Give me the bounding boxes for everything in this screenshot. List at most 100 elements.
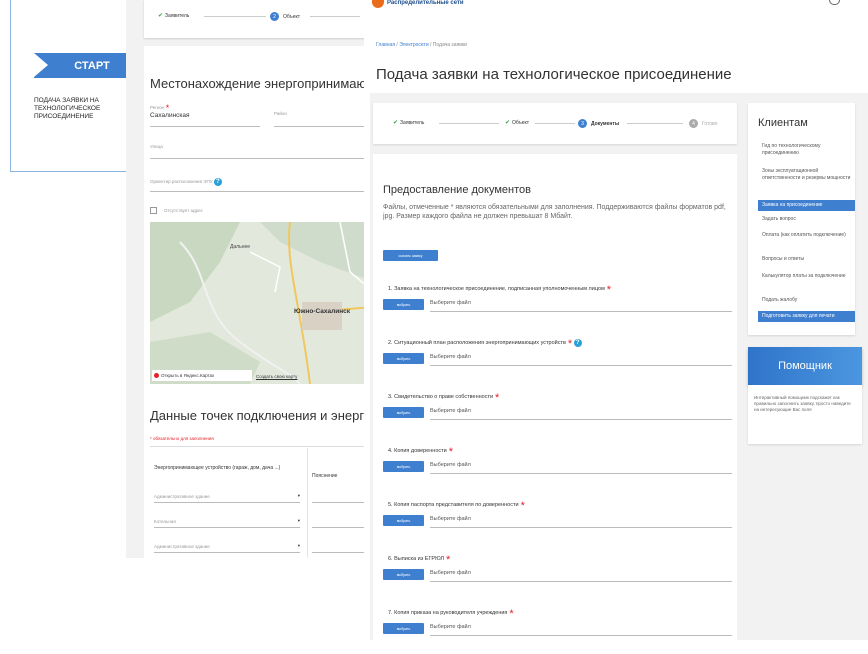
breadcrumb-home[interactable]: Главная <box>376 42 395 48</box>
step-number: 2 <box>270 12 279 21</box>
documents-form: Предоставление документов Файлы, отмечен… <box>373 154 737 654</box>
step-divider <box>627 123 683 124</box>
assistant-description: Интерактивный помощник подскажет как пра… <box>748 385 862 444</box>
help-icon[interactable]: ? <box>573 338 582 347</box>
doc-title-3: 3. Свидетельство о праве собственности * <box>388 392 500 404</box>
step-label: Готово <box>702 120 718 127</box>
check-icon: ✔ <box>505 120 511 126</box>
file-input-4[interactable]: Выберите файл <box>430 462 471 468</box>
device-select[interactable]: Административное здание ▾ <box>154 490 300 503</box>
step-label: Объект <box>512 119 530 126</box>
file-underline <box>430 581 732 582</box>
file-input-5[interactable]: Выберите файл <box>430 516 471 522</box>
breadcrumb-electro[interactable]: Электросети <box>399 42 428 48</box>
sidebar-item-faq[interactable]: Вопросы и ответы <box>758 256 855 263</box>
location-form: Местонахождение энергопринимающих Регион… <box>144 46 364 558</box>
district-underline <box>274 126 364 127</box>
district-field[interactable]: Район <box>274 111 287 116</box>
promo-card[interactable]: СТАРТ ПОДАЧА ЗАЯВКИ НА ТЕХНОЛОГИЧЕСКОЕ П… <box>10 0 136 172</box>
step-label: Заявитель <box>165 12 190 19</box>
location-title: Местонахождение энергопринимающих <box>150 76 364 91</box>
choose-button-1[interactable]: выбрать <box>383 299 424 310</box>
clients-sidebar: Клиентам Гид по технологическому присоед… <box>748 103 855 335</box>
help-icon[interactable]: ? <box>213 178 222 186</box>
yandex-map[interactable]: Дальнее Южно-Сахалинск Открыть в Яндекс.… <box>150 222 364 384</box>
region-underline <box>150 126 260 127</box>
points-title: Данные точек подключения и энергопри <box>150 408 364 423</box>
breadcrumb: Главная / Электросети / Подача заявки <box>376 42 467 48</box>
sidebar-item-payment[interactable]: Оплата (как оплатить подключение) <box>758 232 855 239</box>
file-input-7[interactable]: Выберите файл <box>430 624 471 630</box>
device-select[interactable]: Котельная ▾ <box>154 515 300 528</box>
breadcrumb-current: Подача заявки <box>432 42 467 48</box>
explanation-field[interactable] <box>312 552 364 553</box>
step-done[interactable]: 4 Готово <box>689 119 717 128</box>
table-divider <box>307 448 308 558</box>
step-label: Документы <box>591 120 620 127</box>
main-area: ✔ Заявитель ✔ Объект 3 Документы 4 Готов… <box>370 93 868 654</box>
doc-title-1: 1. Заявка на технологическое присоединен… <box>388 284 612 296</box>
region-field[interactable]: Сахалинская <box>150 112 190 119</box>
sidebar-item-ask[interactable]: Задать вопрос <box>758 216 855 223</box>
explanation-field[interactable] <box>312 527 364 528</box>
map-place-label: Дальнее <box>230 244 251 250</box>
sidebar-item-guide[interactable]: Гид по технологическому присоединению <box>758 143 855 157</box>
sidebar-item-zones[interactable]: Зоны эксплуатационной ответственности и … <box>758 168 855 182</box>
mid-step-object[interactable]: 2 Объект <box>270 12 300 21</box>
promo-text: ПОДАЧА ЗАЯВКИ НА ТЕХНОЛОГИЧЕСКОЕ ПРИСОЕД… <box>34 97 101 120</box>
step-documents[interactable]: 3 Документы <box>578 119 619 128</box>
choose-button-3[interactable]: выбрать <box>383 407 424 418</box>
file-underline <box>430 419 732 420</box>
choose-button-6[interactable]: выбрать <box>383 569 424 580</box>
file-underline <box>430 635 732 636</box>
sidebar-item-complaint[interactable]: Подать жалобу <box>758 297 855 304</box>
map-open-link[interactable]: Открыть в Яндекс.Картах <box>152 370 252 381</box>
choose-button-5[interactable]: выбрать <box>383 515 424 526</box>
device-select[interactable]: Административное здание ▾ <box>154 540 300 553</box>
step-number: 4 <box>689 119 698 128</box>
street-field[interactable]: Улица <box>150 144 163 149</box>
required-note: * обязательно для заполнения <box>150 436 214 441</box>
choose-button-7[interactable]: выбрать <box>383 623 424 634</box>
choose-button-4[interactable]: выбрать <box>383 461 424 472</box>
file-input-3[interactable]: Выберите файл <box>430 408 471 414</box>
explanation-header: Пояснение <box>312 473 338 479</box>
step-divider <box>204 16 266 17</box>
user-icon[interactable] <box>829 0 840 5</box>
no-address-label: Отсутствует адрес <box>164 208 203 213</box>
company-logo-icon[interactable] <box>372 0 384 8</box>
check-icon: ✔ <box>158 13 164 19</box>
sidebar-item-print[interactable]: Подготовить заявку для печати <box>758 311 855 322</box>
assistant-button[interactable]: Помощник <box>748 347 862 385</box>
file-underline <box>430 311 732 312</box>
map-terrain <box>150 222 364 384</box>
choose-button-2[interactable]: выбрать <box>383 353 424 364</box>
landmark-field[interactable]: Ориентир расположения ЭПУ ? <box>150 178 222 186</box>
file-input-1[interactable]: Выберите файл <box>430 300 471 306</box>
sidebar-item-calculator[interactable]: Калькулятор платы за подключение <box>758 273 855 280</box>
file-input-6[interactable]: Выберите файл <box>430 570 471 576</box>
mid-step-applicant[interactable]: ✔ Заявитель <box>158 12 190 20</box>
step-object[interactable]: ✔ Объект <box>505 119 530 127</box>
open-in-yandex-text: Открыть в Яндекс.Картах <box>161 373 215 378</box>
step-divider <box>310 16 360 17</box>
stepper: ✔ Заявитель ✔ Объект 3 Документы 4 Готов… <box>373 103 737 144</box>
explanation-field[interactable] <box>312 502 364 503</box>
documents-title: Предоставление документов <box>383 184 531 196</box>
create-map-link[interactable]: Создать свою карту <box>256 374 297 379</box>
file-input-2[interactable]: Выберите файл <box>430 354 471 360</box>
mid-stepper: ✔ Заявитель 2 Объект <box>144 0 364 38</box>
step-applicant[interactable]: ✔ Заявитель <box>393 119 424 127</box>
page-title: Подача заявки на технологическое присоед… <box>376 66 732 83</box>
start-banner[interactable]: СТАРТ <box>34 53 136 78</box>
dropdown-arrow-icon: ▾ <box>297 518 300 523</box>
doc-title-5: 5. Копия паспорта представителя по довер… <box>388 500 525 512</box>
download-application-button[interactable]: скачать заявку <box>383 250 438 261</box>
step-label: Объект <box>283 13 301 20</box>
file-underline <box>430 527 732 528</box>
table-top-line <box>150 446 364 447</box>
sidebar-item-application[interactable]: Заявка на присоединение <box>758 200 855 211</box>
street-underline <box>150 158 364 159</box>
no-address-checkbox[interactable] <box>150 207 157 214</box>
brand-name[interactable]: Распределительные сети <box>387 0 464 6</box>
